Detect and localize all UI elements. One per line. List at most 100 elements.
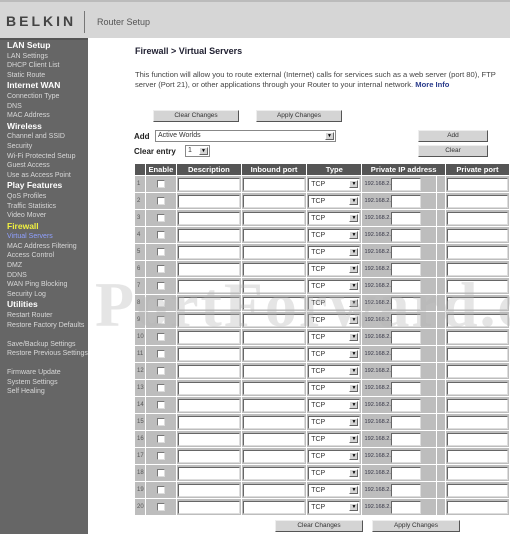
private-ip-input[interactable] (390, 194, 421, 208)
inbound-port-input[interactable] (242, 500, 306, 514)
private-port-input[interactable] (446, 415, 508, 429)
inbound-port-input[interactable] (242, 211, 306, 225)
sidebar-item-security-log[interactable]: Security Log (0, 290, 88, 300)
chevron-down-icon[interactable]: ▼ (349, 468, 359, 477)
type-select[interactable]: TCP ▼ (308, 500, 361, 514)
private-ip-input[interactable] (390, 398, 421, 412)
private-port-input[interactable] (446, 228, 508, 242)
private-port-input[interactable] (446, 194, 508, 208)
chevron-down-icon[interactable]: ▼ (349, 502, 359, 511)
private-ip-input[interactable] (390, 177, 421, 191)
private-ip-input[interactable] (390, 449, 421, 463)
type-select[interactable]: TCP ▼ (308, 415, 361, 429)
private-port-input[interactable] (446, 364, 508, 378)
type-select[interactable]: TCP ▼ (308, 313, 361, 327)
inbound-port-input[interactable] (242, 313, 306, 327)
sidebar-item-virtual-servers[interactable]: Virtual Servers (0, 232, 88, 242)
inbound-port-input[interactable] (242, 245, 306, 259)
type-select[interactable]: TCP ▼ (308, 381, 361, 395)
private-port-input[interactable] (446, 500, 508, 514)
description-input[interactable] (177, 415, 240, 429)
clear-entry-select[interactable]: 1 ▼ (185, 145, 210, 157)
sidebar-item-save-backup-settings[interactable]: Save/Backup Settings (0, 340, 88, 350)
sidebar-item-wan-ping-blocking[interactable]: WAN Ping Blocking (0, 280, 88, 290)
description-input[interactable] (177, 228, 240, 242)
type-select[interactable]: TCP ▼ (308, 330, 361, 344)
private-ip-input[interactable] (390, 245, 421, 259)
private-port-input[interactable] (446, 313, 508, 327)
enable-checkbox[interactable] (156, 265, 165, 274)
enable-checkbox[interactable] (156, 435, 165, 444)
type-select[interactable]: TCP ▼ (308, 398, 361, 412)
type-select[interactable]: TCP ▼ (308, 262, 361, 276)
sidebar-item-dmz[interactable]: DMZ (0, 261, 88, 271)
type-select[interactable]: TCP ▼ (308, 245, 361, 259)
enable-checkbox[interactable] (156, 282, 165, 291)
chevron-down-icon[interactable]: ▼ (349, 264, 359, 273)
sidebar-item-dhcp-client-list[interactable]: DHCP Client List (0, 61, 88, 71)
private-ip-input[interactable] (390, 262, 421, 276)
inbound-port-input[interactable] (242, 347, 306, 361)
private-port-input[interactable] (446, 330, 508, 344)
type-select[interactable]: TCP ▼ (308, 466, 361, 480)
sidebar-item-system-settings[interactable]: System Settings (0, 378, 88, 388)
description-input[interactable] (177, 483, 240, 497)
enable-checkbox[interactable] (156, 486, 165, 495)
description-input[interactable] (177, 245, 240, 259)
inbound-port-input[interactable] (242, 364, 306, 378)
chevron-down-icon[interactable]: ▼ (349, 247, 359, 256)
description-input[interactable] (177, 330, 240, 344)
private-ip-input[interactable] (390, 364, 421, 378)
enable-checkbox[interactable] (156, 316, 165, 325)
description-input[interactable] (177, 432, 240, 446)
description-input[interactable] (177, 347, 240, 361)
private-port-input[interactable] (446, 466, 508, 480)
private-ip-input[interactable] (390, 296, 421, 310)
clear-button[interactable]: Clear (418, 145, 488, 157)
chevron-down-icon[interactable]: ▼ (349, 179, 359, 188)
description-input[interactable] (177, 381, 240, 395)
sidebar-item-access-control[interactable]: Access Control (0, 251, 88, 261)
description-input[interactable] (177, 279, 240, 293)
sidebar-item-static-route[interactable]: Static Route (0, 71, 88, 81)
private-ip-input[interactable] (390, 381, 421, 395)
private-port-input[interactable] (446, 279, 508, 293)
private-port-input[interactable] (446, 483, 508, 497)
chevron-down-icon[interactable]: ▼ (349, 417, 359, 426)
description-input[interactable] (177, 177, 240, 191)
inbound-port-input[interactable] (242, 432, 306, 446)
sidebar-item-ddns[interactable]: DDNS (0, 271, 88, 281)
private-ip-input[interactable] (390, 466, 421, 480)
sidebar-item-connection-type[interactable]: Connection Type (0, 92, 88, 102)
apply-changes-button-bottom[interactable]: Apply Changes (372, 520, 460, 532)
sidebar-item-self-healing[interactable]: Self Healing (0, 387, 88, 397)
inbound-port-input[interactable] (242, 483, 306, 497)
chevron-down-icon[interactable]: ▼ (349, 383, 359, 392)
private-port-input[interactable] (446, 398, 508, 412)
chevron-down-icon[interactable]: ▼ (349, 213, 359, 222)
description-input[interactable] (177, 313, 240, 327)
clear-changes-button-bottom[interactable]: Clear Changes (275, 520, 363, 532)
enable-checkbox[interactable] (156, 452, 165, 461)
sidebar-item-firmware-update[interactable]: Firmware Update (0, 368, 88, 378)
type-select[interactable]: TCP ▼ (308, 449, 361, 463)
private-ip-input[interactable] (390, 415, 421, 429)
inbound-port-input[interactable] (242, 262, 306, 276)
enable-checkbox[interactable] (156, 401, 165, 410)
type-select[interactable]: TCP ▼ (308, 211, 361, 225)
enable-checkbox[interactable] (156, 384, 165, 393)
private-port-input[interactable] (446, 381, 508, 395)
chevron-down-icon[interactable]: ▼ (325, 132, 334, 140)
chevron-down-icon[interactable]: ▼ (349, 332, 359, 341)
chevron-down-icon[interactable]: ▼ (349, 451, 359, 460)
enable-checkbox[interactable] (156, 197, 165, 206)
private-port-input[interactable] (446, 449, 508, 463)
description-input[interactable] (177, 449, 240, 463)
inbound-port-input[interactable] (242, 296, 306, 310)
enable-checkbox[interactable] (156, 333, 165, 342)
sidebar-item-channel-and-ssid[interactable]: Channel and SSID (0, 132, 88, 142)
private-ip-input[interactable] (390, 211, 421, 225)
chevron-down-icon[interactable]: ▼ (349, 315, 359, 324)
private-ip-input[interactable] (390, 330, 421, 344)
chevron-down-icon[interactable]: ▼ (199, 147, 208, 155)
